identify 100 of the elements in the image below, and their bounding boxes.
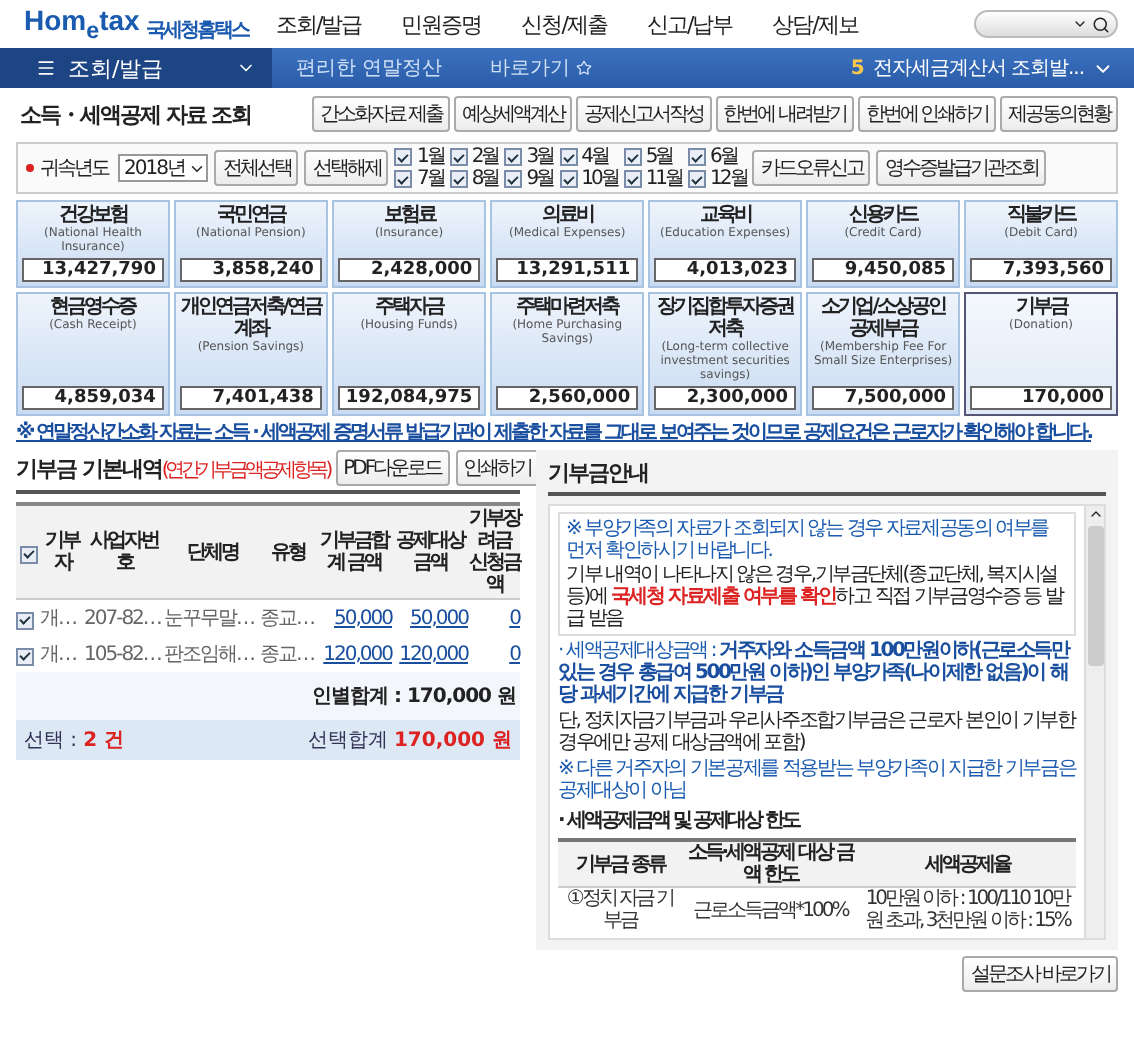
table-cell: 10만원 이하 : 100/110 10만원 초과, 3천만원 이하 : 15% xyxy=(858,887,1076,932)
logo-subtitle: 국세청홈택스 xyxy=(145,17,248,44)
card-label: 신용카드 xyxy=(849,204,918,226)
month-checkbox[interactable] xyxy=(623,148,642,166)
month-checkbox[interactable] xyxy=(449,170,468,188)
breadcrumb-link[interactable]: 편리한 연말정산 xyxy=(272,54,467,82)
card-label: 보험료 xyxy=(383,204,435,226)
column-header: 기부자 xyxy=(40,504,84,599)
month-checkbox[interactable] xyxy=(688,148,707,166)
table-cell: 눈꾸무말… xyxy=(164,608,254,630)
card-amount: 7,393,560 xyxy=(970,258,1112,282)
month-label: 1월 xyxy=(416,146,444,168)
month-label: 12월 xyxy=(710,168,747,190)
dropdown-icon xyxy=(1072,16,1088,32)
survey-button[interactable]: 설문조사 바로가기 xyxy=(962,956,1118,992)
card-label: 교육비 xyxy=(699,204,751,226)
scroll-thumb[interactable] xyxy=(1087,526,1103,666)
card-label: 국민연금 xyxy=(216,204,285,226)
month-label: 5월 xyxy=(645,146,675,168)
table-cell: 207-82… xyxy=(84,607,161,629)
month-label: 2월 xyxy=(471,146,499,168)
month-label: 9월 xyxy=(526,168,554,190)
year-select[interactable]: 2018년 xyxy=(118,154,209,182)
month-checkbox[interactable] xyxy=(688,170,707,188)
card-amount: 170,000 xyxy=(970,386,1112,410)
logo-text: Hom$_{e}$tax xyxy=(24,4,140,44)
column-header: 기부장려금 신청금액 xyxy=(468,504,520,599)
nav-item[interactable]: 민원증명 xyxy=(401,9,482,39)
hometax-logo[interactable]: Hom$_{e}$tax 국세청홈택스 xyxy=(24,4,264,44)
section-button[interactable]: PDF다운로드 xyxy=(335,450,450,486)
amount-link[interactable]: 50,000 xyxy=(334,607,392,629)
month-label: 3월 xyxy=(526,146,554,168)
card-label: 건강보험 xyxy=(58,204,127,226)
nav-item[interactable]: 신청/제출 xyxy=(521,9,607,39)
card-amount: 13,427,790 xyxy=(22,258,164,282)
action-button[interactable]: 한번에 내려받기 xyxy=(715,96,854,132)
menu-dropdown[interactable]: 조회/발급 xyxy=(0,48,272,88)
select-all-checkbox[interactable] xyxy=(19,545,37,564)
action-button[interactable]: 간소화자료 제출 xyxy=(311,96,451,132)
section-button[interactable]: 인쇄하기 xyxy=(455,450,540,486)
month-checkbox[interactable] xyxy=(504,148,523,166)
card-label: 의료비 xyxy=(541,204,593,226)
column-header: 공제대상 금액 xyxy=(392,504,468,599)
table-cell: ①정치 자금 기부금 xyxy=(558,887,683,932)
card-amount: 3,858,240 xyxy=(179,258,322,282)
tool-button[interactable]: 카드오류신고 xyxy=(752,150,871,186)
month-checkbox[interactable] xyxy=(449,148,468,166)
month-checkbox[interactable] xyxy=(559,148,578,166)
column-header: 유형 xyxy=(260,504,316,599)
card-label: 주택마련저축 xyxy=(516,296,619,318)
month-label: 8월 xyxy=(471,168,499,190)
search-icon[interactable] xyxy=(1092,15,1110,33)
row-checkbox[interactable] xyxy=(16,611,34,630)
page-title: 소득・세액공제 자료 조회 xyxy=(20,99,254,129)
search-field[interactable] xyxy=(974,10,1118,38)
selected-count: 2 건 xyxy=(83,728,125,754)
scroll-up-icon[interactable] xyxy=(1087,506,1103,522)
nav-item[interactable]: 신고/납부 xyxy=(646,9,733,39)
column-header: 기부금 종류 xyxy=(558,840,683,887)
nav-item[interactable]: 상담/제보 xyxy=(772,9,858,39)
card-amount: 13,291,511 xyxy=(496,258,639,282)
guide-text: ※ 다른 거주자의 기본공제를 적용받는 부양가족이 지급한 기부금은 공제대상이 아님 xyxy=(558,758,1076,802)
card-label: 현금영수증 xyxy=(50,296,136,318)
month-checkbox[interactable] xyxy=(394,148,413,166)
select-button[interactable]: 선택해제 xyxy=(304,150,389,186)
select-button[interactable]: 전체선택 xyxy=(214,150,299,186)
month-checkbox[interactable] xyxy=(504,170,523,188)
month-checkbox[interactable] xyxy=(559,170,578,188)
row-checkbox[interactable] xyxy=(16,647,34,666)
nav-item[interactable]: 조회/발급 xyxy=(276,9,362,39)
selected-total: 170,000 원 xyxy=(393,728,512,754)
month-checkbox[interactable] xyxy=(623,170,642,188)
month-checkbox[interactable] xyxy=(394,170,413,188)
amount-link[interactable]: 50,000 xyxy=(410,607,468,629)
card-amount: 2,560,000 xyxy=(496,386,639,410)
guide-text: · 세액공제대상금액 : 거주자와 소득금액 100만원이하(근로소득만 있는 경우 총급여 500만원 이하)인 부양가족(나이제한 없음)이 해당 과세기간에 지급한 기부금 xyxy=(558,640,1072,706)
action-button[interactable]: 공제신고서작성 xyxy=(576,96,712,132)
amount-link[interactable]: 120,000 xyxy=(399,643,468,665)
card-amount: 192,084,975 xyxy=(337,386,481,410)
scrollbar[interactable] xyxy=(1084,506,1104,938)
guide-text: 기부 내역이 나타나지 않은 경우,기부금단체(종교단체, 복지시설 등)에 국세청 자료제출 여부를 확인하고 직접 기부금영수증 등 발급 받음 xyxy=(566,564,1066,630)
column-header: 기부금합계 금액 xyxy=(316,504,392,599)
notice-link[interactable]: ※ 연말정산간소화 자료는 소득 · 세액공제 증명서류 발급기관이 제출한 자료를 그대로 보여주는 것이므로 공제요건은 근로자가 확인해야 합니다. xyxy=(16,422,1118,444)
amount-link[interactable]: 0 xyxy=(509,643,520,665)
card-amount: 4,859,034 xyxy=(22,386,164,410)
action-button[interactable]: 한번에 인쇄하기 xyxy=(857,96,996,132)
month-label: 6월 xyxy=(710,146,740,168)
star-icon[interactable] xyxy=(576,60,593,76)
column-header: 소득·세액공제 대상 금액 한도 xyxy=(682,840,859,887)
amount-link[interactable]: 120,000 xyxy=(323,643,392,665)
alert-text[interactable]: 전자세금계산서 조회발... xyxy=(872,54,1084,82)
action-button[interactable]: 제공동의현황 xyxy=(1000,96,1118,132)
action-button[interactable]: 예상세액계산 xyxy=(454,96,573,132)
amount-link[interactable]: 0 xyxy=(509,607,520,629)
breadcrumb-link[interactable]: 바로가기 xyxy=(466,54,617,82)
table-cell: 판조임해… xyxy=(164,644,254,666)
person-total: 인별합계 : 170,000 원 xyxy=(312,684,516,710)
table-cell: 개… xyxy=(40,644,76,666)
card-label: 장기집합투자증권저축 xyxy=(655,296,796,340)
tool-button[interactable]: 영수증발급기관조회 xyxy=(876,150,1046,186)
